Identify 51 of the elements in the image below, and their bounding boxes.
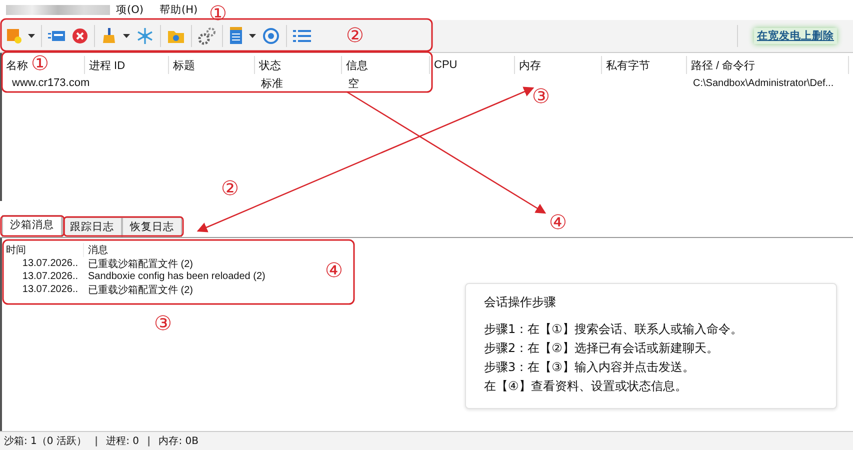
status-text: 进程: 0 [106,434,140,448]
table-cell: C:\Sandbox\Administrator\Def... [693,78,834,88]
column-header[interactable]: 状态 [255,56,342,74]
list-icon[interactable] [293,28,311,44]
callout-number: ② [221,177,239,199]
notepad-icon[interactable] [229,27,243,45]
table-cell-text: 标准 [261,76,283,90]
table-cell: www.cr173.com [12,77,90,89]
step-text: 步骤3：在【③】输入内容并点击发送。 [484,359,696,376]
column-header[interactable]: 标题 [169,56,255,74]
step-text: 在【④】查看资料、设置或状态信息。 [484,378,688,395]
step-text: 步骤2：在【②】选择已有会话或新建聊天。 [484,340,720,357]
callout-number: ④ [325,259,343,281]
column-header[interactable]: 私有字节 [602,56,687,74]
column-header[interactable]: 消息 [84,242,108,256]
gears-icon[interactable] [198,27,216,45]
callout-number: ③ [532,85,550,107]
column-header[interactable]: 路径 / 命令行 [687,56,849,74]
link[interactable]: 在宽发电上删除 [754,28,837,44]
snowflake-icon[interactable] [136,27,154,45]
menu-item[interactable]: 帮助(H) [159,3,198,17]
callout-number: ③ [154,312,172,334]
step-text: 步骤1：在【①】搜索会话、联系人或输入命令。 [484,321,744,338]
box-icon[interactable] [6,28,22,44]
separator: | [146,436,152,446]
window-icon[interactable] [48,28,66,44]
status-text: 内存: 0B [158,434,198,448]
card-title: 会话操作步骤 [484,294,557,311]
refresh-icon[interactable] [262,27,280,45]
status-text: 沙箱: 1（0 活跃） [4,434,86,448]
column-header[interactable]: CPU [430,56,515,74]
table-cell-text: 13.07.2026.. [21,284,79,295]
separator: | [93,436,100,446]
table-cell-text: 13.07.2026.. [21,271,79,282]
table-cell-text: 已重载沙箱配置文件 (2) [87,258,193,270]
table-cell-text: 空 [348,76,359,90]
menu-item[interactable]: 项(O) [116,3,144,17]
table-cell-text: Sandboxie config has been reloaded (2) [87,271,266,282]
column-header[interactable]: 进程 ID [85,56,169,74]
tab[interactable]: 沙箱消息 [2,215,62,237]
folder-icon[interactable] [167,28,185,44]
broom-icon[interactable] [101,28,117,44]
table-cell-text: 已重载沙箱配置文件 (2) [87,284,193,296]
column-header[interactable]: 内存 [515,56,602,74]
callout-number: ④ [549,211,567,233]
callout-number: ② [346,24,364,46]
close-icon[interactable] [72,28,88,44]
column-header[interactable]: 信息 [342,56,430,74]
tab[interactable]: 恢复日志 [122,217,182,237]
table-cell-text: 13.07.2026.. [21,258,79,269]
column-header[interactable]: 时间 [2,242,84,256]
